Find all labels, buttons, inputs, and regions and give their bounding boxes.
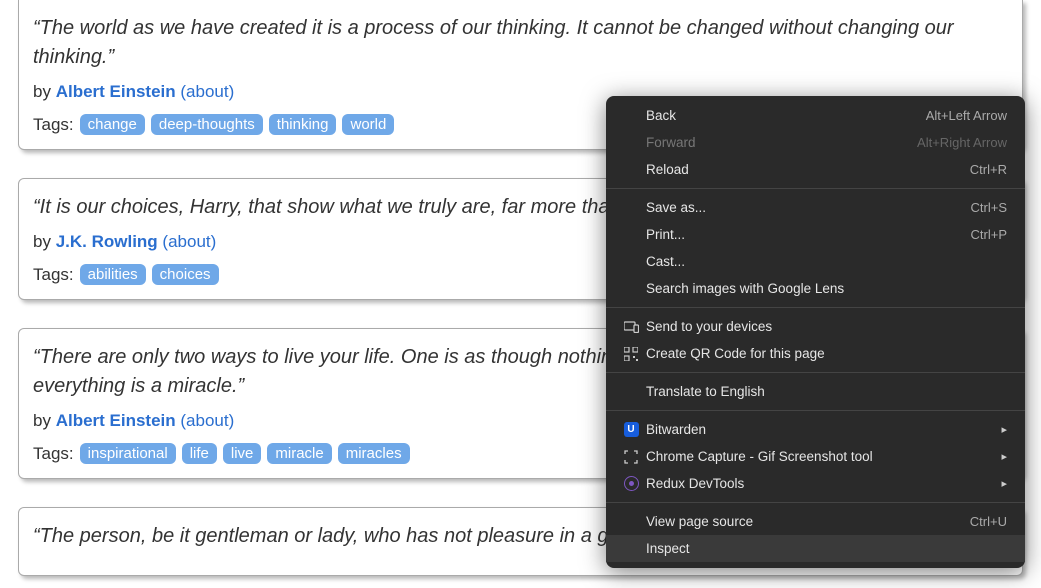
- menu-item-forward: Forward Alt+Right Arrow: [606, 129, 1025, 156]
- menu-label: Save as...: [646, 200, 971, 215]
- menu-label: Inspect: [646, 541, 1007, 556]
- menu-separator: [606, 372, 1025, 373]
- tag[interactable]: life: [182, 443, 217, 464]
- tag[interactable]: change: [80, 114, 145, 135]
- menu-item-qr-code[interactable]: Create QR Code for this page: [606, 340, 1025, 367]
- tag[interactable]: choices: [152, 264, 219, 285]
- menu-label: Bitwarden: [646, 422, 1001, 437]
- menu-separator: [606, 410, 1025, 411]
- tag[interactable]: abilities: [80, 264, 146, 285]
- menu-label: Redux DevTools: [646, 476, 1001, 491]
- about-link[interactable]: (about): [162, 232, 216, 251]
- author-link[interactable]: Albert Einstein: [56, 82, 176, 101]
- menu-item-save-as[interactable]: Save as... Ctrl+S: [606, 194, 1025, 221]
- capture-icon: [620, 450, 642, 464]
- devices-icon: [620, 321, 642, 333]
- tag[interactable]: world: [342, 114, 394, 135]
- menu-label: Cast...: [646, 254, 1007, 269]
- tag[interactable]: live: [223, 443, 262, 464]
- menu-label: Forward: [646, 135, 917, 150]
- menu-label: Translate to English: [646, 384, 1007, 399]
- tag[interactable]: thinking: [269, 114, 337, 135]
- menu-separator: [606, 188, 1025, 189]
- tag[interactable]: inspirational: [80, 443, 176, 464]
- menu-item-translate[interactable]: Translate to English: [606, 378, 1025, 405]
- menu-separator: [606, 502, 1025, 503]
- tag[interactable]: miracle: [267, 443, 331, 464]
- tag[interactable]: miracles: [338, 443, 410, 464]
- menu-item-inspect[interactable]: Inspect: [606, 535, 1025, 562]
- about-link[interactable]: (about): [180, 82, 234, 101]
- menu-item-print[interactable]: Print... Ctrl+P: [606, 221, 1025, 248]
- submenu-arrow-icon: ▸: [1001, 450, 1007, 463]
- tag[interactable]: deep-thoughts: [151, 114, 263, 135]
- tags-label: Tags:: [33, 115, 74, 135]
- menu-separator: [606, 307, 1025, 308]
- menu-shortcut: Ctrl+U: [970, 514, 1007, 529]
- menu-shortcut: Ctrl+S: [971, 200, 1007, 215]
- menu-item-bitwarden[interactable]: U Bitwarden ▸: [606, 416, 1025, 443]
- redux-icon: [620, 476, 642, 491]
- author-link[interactable]: Albert Einstein: [56, 411, 176, 430]
- menu-item-search-images[interactable]: Search images with Google Lens: [606, 275, 1025, 302]
- bitwarden-icon: U: [620, 422, 642, 437]
- menu-item-send-devices[interactable]: Send to your devices: [606, 313, 1025, 340]
- menu-shortcut: Alt+Right Arrow: [917, 135, 1007, 150]
- menu-label: Create QR Code for this page: [646, 346, 1007, 361]
- submenu-arrow-icon: ▸: [1001, 477, 1007, 490]
- menu-label: Send to your devices: [646, 319, 1007, 334]
- menu-label: Search images with Google Lens: [646, 281, 1007, 296]
- by-label: by: [33, 232, 56, 251]
- menu-label: View page source: [646, 514, 970, 529]
- menu-label: Back: [646, 108, 926, 123]
- author-link[interactable]: J.K. Rowling: [56, 232, 158, 251]
- menu-shortcut: Ctrl+P: [971, 227, 1007, 242]
- menu-item-reload[interactable]: Reload Ctrl+R: [606, 156, 1025, 183]
- by-label: by: [33, 82, 56, 101]
- menu-item-view-source[interactable]: View page source Ctrl+U: [606, 508, 1025, 535]
- menu-shortcut: Ctrl+R: [970, 162, 1007, 177]
- menu-label: Chrome Capture - Gif Screenshot tool: [646, 449, 1001, 464]
- tags-label: Tags:: [33, 444, 74, 464]
- context-menu: Back Alt+Left Arrow Forward Alt+Right Ar…: [606, 96, 1025, 568]
- menu-label: Reload: [646, 162, 970, 177]
- menu-item-redux[interactable]: Redux DevTools ▸: [606, 470, 1025, 497]
- menu-shortcut: Alt+Left Arrow: [926, 108, 1007, 123]
- quote-text: “The world as we have created it is a pr…: [33, 14, 1008, 72]
- about-link[interactable]: (about): [180, 411, 234, 430]
- tags-label: Tags:: [33, 265, 74, 285]
- menu-item-chrome-capture[interactable]: Chrome Capture - Gif Screenshot tool ▸: [606, 443, 1025, 470]
- menu-label: Print...: [646, 227, 971, 242]
- by-label: by: [33, 411, 56, 430]
- menu-item-cast[interactable]: Cast...: [606, 248, 1025, 275]
- menu-item-back[interactable]: Back Alt+Left Arrow: [606, 102, 1025, 129]
- qr-icon: [620, 347, 642, 361]
- submenu-arrow-icon: ▸: [1001, 423, 1007, 436]
